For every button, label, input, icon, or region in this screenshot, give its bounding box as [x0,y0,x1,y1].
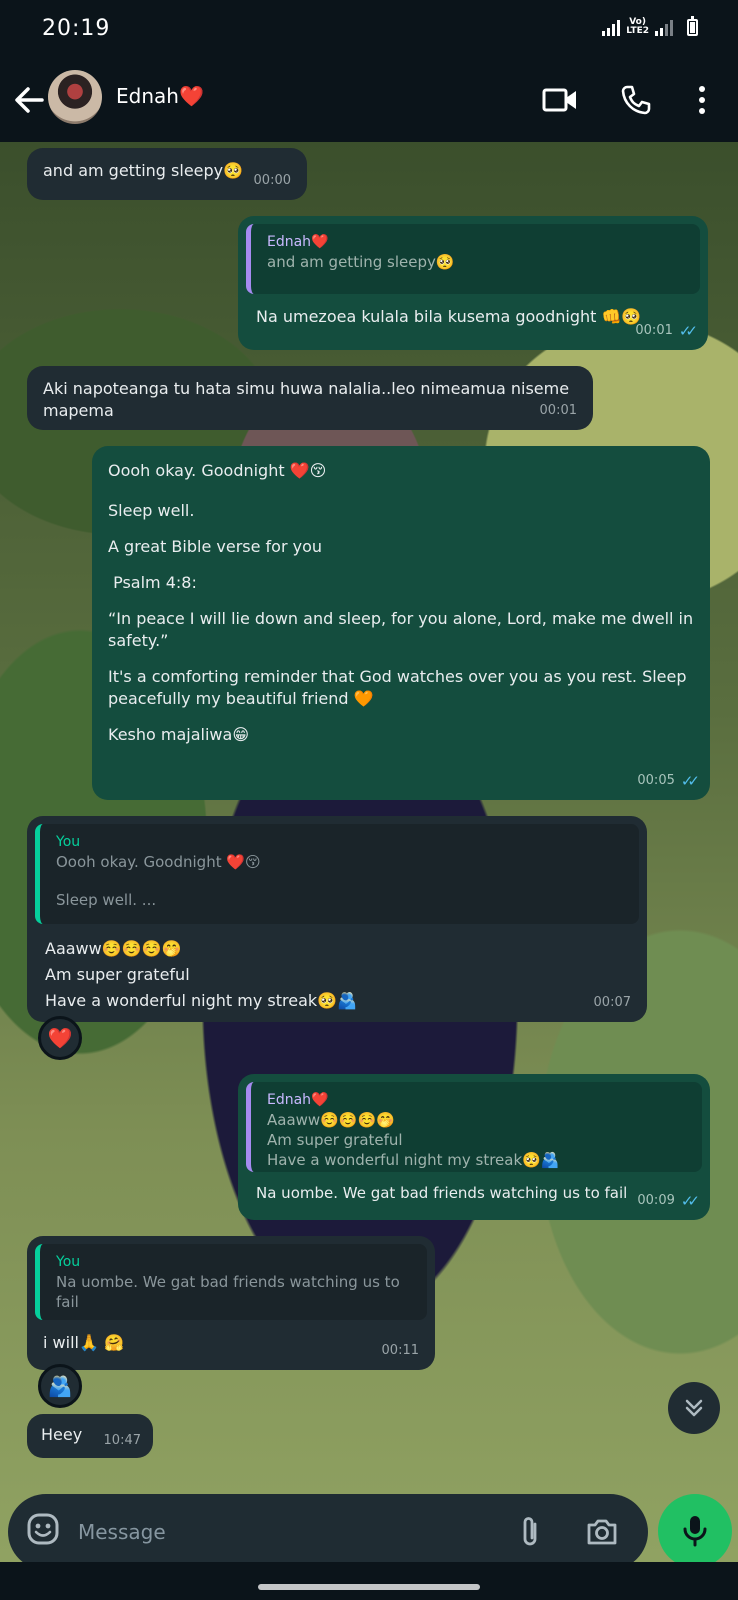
message-paragraph: A great Bible verse for you [108,537,323,556]
message-text: Heey [41,1425,83,1444]
message-time: 00:11 [381,1343,419,1358]
signal-1-icon [602,20,621,36]
quote-text: Have a wonderful night my streak🥺🫂 [267,1151,560,1169]
message-time: 00:01 ✓✓ [635,322,698,340]
quote-author: You [56,1254,81,1270]
quote-author: You [56,834,81,850]
message-text: Na uombe. We gat bad friends watching us… [256,1184,628,1202]
quote-text: Oooh okay. Goodnight ❤️😚 [56,853,261,871]
quote-text: and am getting sleepy🥺 [267,253,455,271]
message-time: 00:07 [593,995,631,1010]
message-text: i will🙏 🤗 [43,1333,124,1352]
battery-icon [687,16,698,36]
home-gesture-handle[interactable] [258,1584,480,1590]
navigation-bar [0,1562,738,1600]
outgoing-message[interactable]: Oooh okay. Goodnight ❤️😚 Sleep well. A g… [92,446,710,800]
message-line: Have a wonderful night my streak🥺🫂 [45,991,357,1010]
network-type: Vo) LTE2 [626,17,649,36]
message-input[interactable] [78,1516,498,1548]
more-vertical-icon[interactable] [680,78,724,122]
avatar[interactable] [48,70,102,124]
incoming-message[interactable]: Heey 10:47 [27,1414,153,1458]
read-receipt-icon: ✓✓ [680,1192,700,1210]
status-icons: Vo) LTE2 [602,16,698,36]
read-receipt-icon: ✓✓ [678,322,698,340]
read-receipt-icon: ✓✓ [680,772,700,790]
camera-icon[interactable] [578,1510,626,1554]
message-line: Aaaww☺️☺️☺️🤭 [45,939,182,958]
message-time: 10:47 [103,1433,141,1448]
message-time: 00:05 ✓✓ [637,772,700,790]
quote-text: Aaaww☺️☺️☺️🤭 [267,1111,395,1129]
outgoing-message[interactable]: Ednah❤️ Aaaww☺️☺️☺️🤭 Am super grateful H… [238,1074,710,1220]
message-time: 00:01 [539,403,577,418]
emoji-icon[interactable] [26,1512,66,1552]
chat-area[interactable]: and am getting sleepy🥺 00:00 Ednah❤️ and… [0,142,738,1562]
reaction-badge[interactable]: ❤️ [38,1016,82,1060]
message-text: Na umezoea kulala bila kusema goodnight … [256,307,642,326]
quote-author: Ednah❤️ [267,234,329,250]
chat-header: Ednah❤️ [0,58,738,142]
quoted-reply[interactable]: Ednah❤️ and am getting sleepy🥺 [246,224,700,294]
message-time: 00:00 [253,173,291,188]
quoted-reply[interactable]: Ednah❤️ Aaaww☺️☺️☺️🤭 Am super grateful H… [246,1082,702,1172]
outgoing-message[interactable]: Ednah❤️ and am getting sleepy🥺 Na umezoe… [238,216,708,350]
paperclip-icon[interactable] [508,1510,552,1554]
message-paragraph: Psalm 4:8: [108,573,197,592]
status-bar: 20:19 Vo) LTE2 [0,0,738,58]
double-chevron-down-icon[interactable] [668,1382,720,1434]
message-paragraph: Oooh okay. Goodnight ❤️😚 [108,461,327,480]
message-time: 00:09 ✓✓ [637,1192,700,1210]
microphone-icon[interactable] [658,1494,732,1568]
phone-icon[interactable] [614,78,658,122]
quoted-reply[interactable]: You Na uombe. We gat bad friends watchin… [35,1244,427,1320]
status-time: 20:19 [42,16,111,41]
quote-author: Ednah❤️ [267,1092,329,1108]
message-paragraph: “In peace I will lie down and sleep, for… [108,609,694,650]
quote-text: Na uombe. We gat bad friends watching us… [56,1273,400,1311]
message-paragraph: It's a comforting reminder that God watc… [108,667,687,708]
video-call-icon[interactable] [538,78,582,122]
incoming-message[interactable]: and am getting sleepy🥺 00:00 [27,148,307,200]
incoming-message[interactable]: Aki napoteanga tu hata simu huwa nalalia… [27,366,593,430]
quote-text: Sleep well. ... [56,891,157,909]
contact-name[interactable]: Ednah❤️ [116,84,204,108]
message-text: Aki napoteanga tu hata simu huwa nalalia… [43,379,570,420]
message-text: and am getting sleepy🥺 [43,161,244,180]
message-input-container[interactable] [8,1494,648,1570]
message-paragraph: Sleep well. [108,501,195,520]
back-arrow-icon[interactable] [12,80,46,120]
message-line: Am super grateful [45,965,190,984]
message-paragraph: Kesho majaliwa😁 [108,725,249,744]
reaction-badge[interactable]: 🫂 [38,1364,82,1408]
quote-text: Am super grateful [267,1131,403,1149]
quoted-reply[interactable]: You Oooh okay. Goodnight ❤️😚 Sleep well.… [35,824,639,924]
signal-2-icon [655,20,673,36]
composer [0,1480,738,1570]
incoming-message[interactable]: You Na uombe. We gat bad friends watchin… [27,1236,435,1370]
incoming-message[interactable]: You Oooh okay. Goodnight ❤️😚 Sleep well.… [27,816,647,1022]
